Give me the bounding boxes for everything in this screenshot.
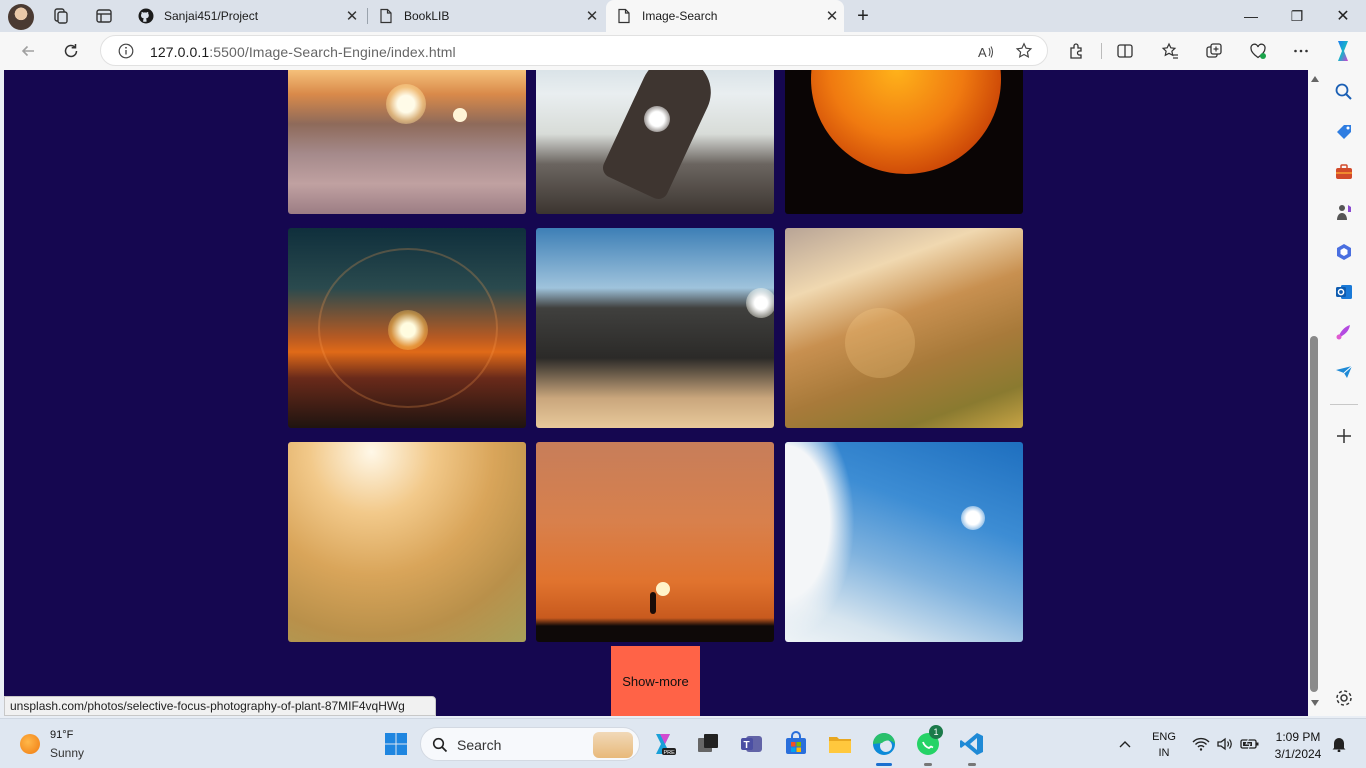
image-desert-dunes-mountains[interactable] <box>536 228 774 428</box>
split-screen-icon[interactable] <box>1116 42 1134 60</box>
image-hand-holding-sun[interactable] <box>536 70 774 214</box>
whatsapp-badge: 1 <box>929 725 943 739</box>
tab-actions-icon[interactable] <box>95 7 113 25</box>
page-scrollbar[interactable] <box>1308 70 1322 716</box>
back-button[interactable] <box>17 40 39 62</box>
page-icon <box>618 8 630 24</box>
weather-temperature[interactable]: 91°F <box>50 729 73 741</box>
designer-icon[interactable] <box>1334 322 1354 342</box>
task-view-icon[interactable] <box>694 730 722 758</box>
close-window-button[interactable]: ✕ <box>1320 0 1366 32</box>
minimize-button[interactable]: — <box>1228 0 1274 32</box>
refresh-button[interactable] <box>60 40 82 62</box>
show-more-button[interactable]: Show-more <box>611 646 700 716</box>
favorite-star-icon[interactable] <box>1015 42 1033 60</box>
tab-title: Image-Search <box>642 9 718 23</box>
scroll-down-icon[interactable] <box>1311 700 1319 706</box>
volume-icon[interactable] <box>1216 736 1234 752</box>
edge-sidebar <box>1322 70 1366 716</box>
image-blue-sky-clouds-sun[interactable] <box>785 442 1023 642</box>
refresh-icon <box>64 44 78 58</box>
link-status-bar: unsplash.com/photos/selective-focus-phot… <box>4 696 436 716</box>
microsoft-365-icon[interactable] <box>1334 242 1354 262</box>
page-icon <box>380 8 392 24</box>
tab-bar: Sanjai451/Project ✕ BookLIB ✕ Image-Sear… <box>0 0 1366 32</box>
clock-time[interactable]: 1:09 PM <box>1268 730 1328 744</box>
address-bar[interactable]: 127.0.0.1:5500/Image-Search-Engine/index… <box>100 35 1048 66</box>
add-icon[interactable] <box>1334 426 1354 446</box>
collections-icon[interactable] <box>1205 42 1223 60</box>
search-placeholder: Search <box>457 737 502 753</box>
restore-button[interactable]: ❐ <box>1274 0 1320 32</box>
clock-date[interactable]: 3/1/2024 <box>1268 747 1328 761</box>
image-silhouette-holding-sun[interactable] <box>536 442 774 642</box>
sun-weather-icon[interactable] <box>20 734 40 754</box>
scroll-up-icon[interactable] <box>1311 76 1319 82</box>
microsoft-store-icon[interactable] <box>782 730 810 758</box>
edge-taskbar-button[interactable] <box>870 725 898 766</box>
notifications-bell-icon[interactable] <box>1331 736 1347 752</box>
shopping-icon[interactable] <box>1334 122 1354 142</box>
tab-title: BookLIB <box>404 9 450 23</box>
windows-start-icon[interactable] <box>382 730 410 758</box>
settings-icon[interactable] <box>1334 688 1354 708</box>
vscode-icon <box>960 733 983 755</box>
tools-icon[interactable] <box>1334 162 1354 182</box>
close-tab-icon[interactable]: ✕ <box>340 7 364 25</box>
tab-github[interactable]: Sanjai451/Project ✕ <box>128 0 364 32</box>
copilot-pre-icon[interactable]: PRE <box>650 730 678 758</box>
new-tab-button[interactable]: + <box>848 0 878 32</box>
search-icon <box>432 737 448 753</box>
workspaces-icon[interactable] <box>52 7 70 25</box>
image-sunrise-lens-flare[interactable] <box>288 228 526 428</box>
search-highlight-image <box>593 732 633 758</box>
tab-image-search[interactable]: Image-Search ✕ <box>606 0 844 32</box>
favorites-icon[interactable] <box>1161 42 1179 60</box>
url-text: 127.0.0.1:5500/Image-Search-Engine/index… <box>150 44 456 60</box>
more-icon[interactable] <box>1292 42 1310 60</box>
weather-condition[interactable]: Sunny <box>50 746 84 760</box>
language-top[interactable]: ENG <box>1148 731 1180 743</box>
image-golden-grass-bokeh[interactable] <box>288 442 526 642</box>
read-aloud-icon[interactable]: A <box>977 43 995 61</box>
teams-icon[interactable]: T <box>738 730 766 758</box>
tab-booklib[interactable]: BookLIB ✕ <box>368 0 604 32</box>
svg-text:PRE: PRE <box>664 750 676 756</box>
svg-text:T: T <box>744 740 750 751</box>
image-sunlit-grass-hill[interactable] <box>785 228 1023 428</box>
outlook-icon[interactable] <box>1334 282 1354 302</box>
github-icon <box>138 8 154 24</box>
vscode-taskbar-button[interactable] <box>958 725 986 766</box>
back-icon <box>21 45 34 57</box>
info-icon[interactable] <box>118 43 134 59</box>
edge-icon <box>873 733 895 755</box>
extensions-icon[interactable] <box>1068 42 1086 60</box>
url-host: 127.0.0.1 <box>150 44 210 60</box>
games-icon[interactable] <box>1334 202 1354 222</box>
taskbar-search[interactable]: Search <box>420 727 640 761</box>
show-hidden-icons-icon[interactable] <box>1118 737 1132 751</box>
whatsapp-taskbar-button[interactable]: 1 <box>914 725 943 766</box>
image-sun-surface[interactable] <box>785 70 1023 214</box>
close-tab-icon[interactable]: ✕ <box>820 7 844 25</box>
address-toolbar: 127.0.0.1:5500/Image-Search-Engine/index… <box>0 32 1366 70</box>
copilot-icon[interactable] <box>1331 39 1355 63</box>
language-bottom[interactable]: IN <box>1148 747 1180 759</box>
drop-icon[interactable] <box>1334 362 1354 382</box>
svg-text:A: A <box>978 45 987 60</box>
wifi-icon[interactable] <box>1192 736 1210 752</box>
profile-avatar[interactable] <box>8 4 34 30</box>
file-explorer-icon[interactable] <box>826 730 854 758</box>
image-sunset-over-clouds[interactable] <box>288 70 526 214</box>
search-icon[interactable] <box>1334 82 1354 102</box>
browser-essentials-icon[interactable] <box>1249 42 1267 60</box>
close-tab-icon[interactable]: ✕ <box>580 7 604 25</box>
url-path: :5500/Image-Search-Engine/index.html <box>209 44 456 60</box>
tab-title: Sanjai451/Project <box>164 9 259 23</box>
windows-taskbar: 91°F Sunny Search PRE T 1 ENG IN 1:09 PM… <box>0 718 1366 768</box>
scroll-thumb[interactable] <box>1310 336 1318 692</box>
battery-icon[interactable] <box>1240 736 1260 752</box>
page-viewport: Show-more <box>4 70 1308 716</box>
